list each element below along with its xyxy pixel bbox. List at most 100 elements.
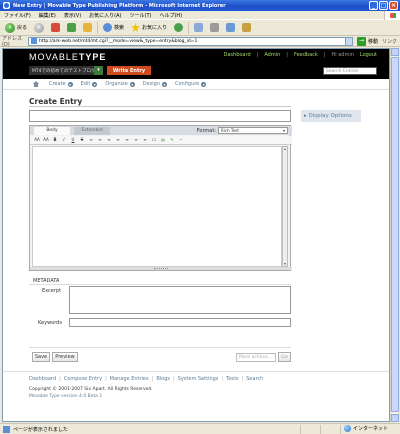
search-icon bbox=[103, 23, 113, 32]
entry-title-input[interactable] bbox=[29, 110, 291, 122]
mail-button[interactable] bbox=[192, 21, 205, 34]
body-textarea[interactable] bbox=[32, 146, 282, 267]
copyright-text: Copyright © 2001-2007 Six Apart. All Rig… bbox=[29, 387, 153, 392]
home-icon[interactable] bbox=[33, 81, 39, 87]
excerpt-textarea[interactable] bbox=[69, 286, 291, 314]
page-title: Create Entry bbox=[29, 97, 83, 106]
version-link[interactable]: Movable Type version 4.0 Beta 1 bbox=[29, 394, 102, 399]
menu-help[interactable]: ヘルプ(H) bbox=[159, 12, 182, 19]
tab-extended[interactable]: Extended bbox=[74, 127, 110, 135]
ordered-list-button[interactable]: ≡ bbox=[124, 137, 130, 143]
favorites-button[interactable]: お気に入り bbox=[129, 21, 169, 34]
go-arrow-icon: → bbox=[357, 36, 366, 46]
link-button[interactable]: ∞ bbox=[88, 137, 94, 143]
address-dropdown[interactable] bbox=[345, 36, 353, 46]
forward-button[interactable]: › bbox=[32, 21, 46, 34]
unordered-list-button[interactable]: ≡ bbox=[115, 137, 121, 143]
page-scrollbar[interactable] bbox=[390, 48, 399, 422]
address-input[interactable]: http://ark-web.net/mt4/mt.cgi?__mode=vie… bbox=[28, 36, 346, 46]
star-icon bbox=[131, 23, 141, 32]
mt-logo[interactable]: MOVABLETYPE bbox=[29, 52, 106, 62]
insert-file-button[interactable]: ✎ bbox=[169, 137, 175, 143]
footer-link-dashboard[interactable]: Dashboard bbox=[29, 376, 56, 382]
font-size-increase-button[interactable]: AA bbox=[34, 137, 40, 143]
align-center-button[interactable]: ≡ bbox=[142, 137, 148, 143]
footer-link-search[interactable]: Search bbox=[246, 376, 263, 382]
top-link-feedback[interactable]: Feedback bbox=[294, 52, 318, 58]
chevron-down-icon: ▾ bbox=[94, 66, 103, 75]
chevron-down-icon: ▾ bbox=[161, 81, 167, 87]
links-button[interactable]: リンク bbox=[382, 38, 397, 45]
chevron-down-icon: ▾ bbox=[282, 128, 285, 133]
save-button[interactable]: Save bbox=[32, 352, 50, 362]
window-title: New Entry | Movable Type Publishing Plat… bbox=[13, 2, 226, 9]
bold-button[interactable]: B bbox=[52, 137, 58, 143]
scroll-up-icon[interactable] bbox=[391, 48, 399, 56]
top-link-admin[interactable]: Admin bbox=[264, 52, 280, 58]
search-entries-input[interactable]: Search Entries bbox=[323, 67, 377, 75]
discuss-button[interactable] bbox=[240, 21, 253, 34]
maximize-button[interactable]: □ bbox=[379, 1, 388, 10]
nav-edit[interactable]: Edit ▾ bbox=[81, 81, 98, 87]
scroll-down-icon[interactable] bbox=[391, 414, 399, 422]
keywords-input[interactable] bbox=[69, 318, 291, 327]
editor-scrollbar[interactable]: ▴ ▾ bbox=[282, 146, 288, 267]
nav-create[interactable]: Create ▾ bbox=[49, 81, 73, 87]
blog-selector[interactable]: MT4での初めてのテストブログ ▾ bbox=[29, 66, 103, 75]
top-link-logout[interactable]: Logout bbox=[360, 52, 377, 58]
footer-link-manage-entries[interactable]: Manage Entries bbox=[110, 376, 149, 382]
align-left-button[interactable]: ≡ bbox=[133, 137, 139, 143]
scrollbar-thumb[interactable] bbox=[391, 57, 399, 412]
write-entry-button[interactable]: Write Entry bbox=[107, 66, 151, 75]
top-link-dashboard[interactable]: Dashboard bbox=[224, 52, 251, 58]
nav-organize[interactable]: Organize ▾ bbox=[105, 81, 135, 87]
indent-button[interactable]: ≡ bbox=[106, 137, 112, 143]
go-action-button[interactable]: Go bbox=[278, 352, 291, 362]
greeting: Hi admin bbox=[331, 52, 354, 58]
nav-configure[interactable]: Configure ▾ bbox=[175, 81, 207, 87]
preview-button[interactable]: Preview bbox=[52, 352, 78, 362]
scroll-down-icon[interactable]: ▾ bbox=[283, 262, 287, 266]
refresh-icon bbox=[67, 23, 77, 32]
italic-button[interactable]: I bbox=[61, 137, 67, 143]
menu-tools[interactable]: ツール(T) bbox=[130, 12, 152, 19]
spellcheck-button[interactable]: ~ bbox=[178, 137, 184, 143]
search-button[interactable]: 検索 bbox=[101, 21, 126, 34]
menu-file[interactable]: ファイル(F) bbox=[4, 12, 31, 19]
format-control: Format: Rich Text ▾ bbox=[197, 127, 288, 134]
display-options-label: Display Options bbox=[308, 113, 352, 119]
insert-image-button[interactable]: ▤ bbox=[160, 137, 166, 143]
more-actions-select[interactable]: More actions... bbox=[236, 353, 276, 362]
editor-resize-handle[interactable] bbox=[30, 267, 292, 270]
align-right-button[interactable]: ☐ bbox=[151, 137, 157, 143]
ie-menubar: ファイル(F) 編集(E) 表示(V) お気に入り(A) ツール(T) ヘルプ(… bbox=[0, 11, 400, 20]
refresh-button[interactable] bbox=[65, 21, 78, 34]
footer-link-blogs[interactable]: Blogs bbox=[156, 376, 170, 382]
underline-button[interactable]: U bbox=[70, 137, 76, 143]
strikethrough-button[interactable]: S bbox=[79, 137, 85, 143]
scroll-up-icon[interactable]: ▴ bbox=[283, 147, 287, 151]
format-select[interactable]: Rich Text ▾ bbox=[218, 127, 288, 134]
footer-link-system-settings[interactable]: System Settings bbox=[178, 376, 219, 382]
minimize-button[interactable]: _ bbox=[369, 1, 378, 10]
print-button[interactable] bbox=[208, 21, 221, 34]
favorites-label: お気に入り bbox=[142, 25, 168, 31]
footer-link-compose[interactable]: Compose Entry bbox=[64, 376, 102, 382]
display-options-button[interactable]: ▸ Display Options bbox=[301, 110, 361, 122]
menu-edit[interactable]: 編集(E) bbox=[39, 12, 56, 19]
footer-link-tools[interactable]: Tools bbox=[226, 376, 238, 382]
stop-button[interactable] bbox=[49, 21, 62, 34]
menu-view[interactable]: 表示(V) bbox=[64, 12, 81, 19]
font-size-decrease-button[interactable]: AA bbox=[43, 137, 49, 143]
back-button[interactable]: ‹ 戻る bbox=[3, 21, 29, 34]
nav-design[interactable]: Design ▾ bbox=[143, 81, 167, 87]
edit-page-button[interactable] bbox=[224, 21, 237, 34]
history-button[interactable] bbox=[172, 21, 185, 34]
back-arrow-icon: ‹ bbox=[5, 22, 15, 33]
home-button[interactable] bbox=[81, 21, 94, 34]
menu-favorites[interactable]: お気に入り(A) bbox=[89, 12, 121, 19]
email-link-button[interactable]: ≡ bbox=[97, 137, 103, 143]
tab-body[interactable]: Body bbox=[34, 127, 70, 135]
close-button[interactable]: × bbox=[389, 1, 398, 10]
go-button[interactable]: → 移動 bbox=[357, 36, 378, 46]
